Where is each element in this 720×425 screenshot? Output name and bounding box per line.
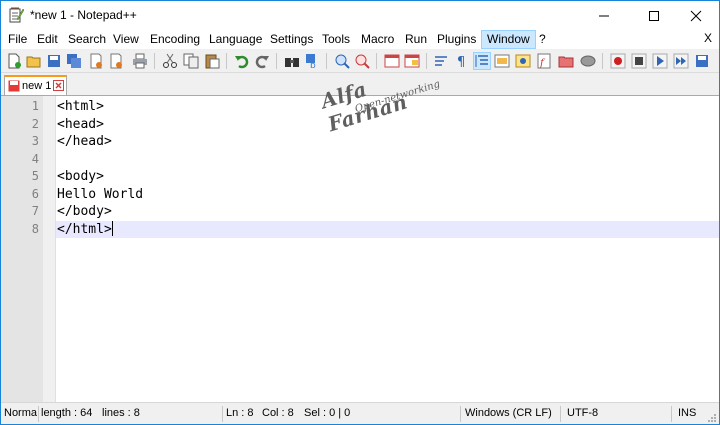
status-separator: [460, 406, 461, 422]
status-separator: [671, 406, 672, 422]
code-text[interactable]: <html> <head> </head> <body> Hello World…: [56, 96, 719, 402]
indent-guide-icon[interactable]: [473, 52, 491, 70]
status-ln: Ln : 8: [226, 407, 254, 419]
toolbar-separator: [276, 53, 277, 69]
minimize-button[interactable]: [581, 1, 627, 30]
menu-language[interactable]: Language: [204, 30, 267, 49]
function-list-icon[interactable]: f: [535, 52, 553, 70]
line-number: 1: [31, 99, 39, 113]
monitoring-icon[interactable]: [579, 52, 597, 70]
status-language[interactable]: Normal text file: [4, 407, 37, 419]
window-title: *new 1 - Notepad++: [30, 8, 137, 22]
line-number-gutter: 1 2 3 4 5 6 7 8: [1, 96, 43, 402]
status-eol[interactable]: Windows (CR LF): [465, 407, 552, 419]
close-file-icon[interactable]: [87, 52, 105, 70]
menu-encoding[interactable]: Encoding: [145, 30, 205, 49]
code-line[interactable]: </body>: [56, 203, 719, 221]
close-all-icon[interactable]: [107, 52, 125, 70]
open-file-icon[interactable]: [25, 52, 43, 70]
copy-icon[interactable]: [182, 52, 200, 70]
toolbar-separator: [154, 53, 155, 69]
menu-file[interactable]: File: [3, 30, 32, 49]
save-macro-icon[interactable]: [693, 52, 711, 70]
current-code-line[interactable]: </html>: [56, 220, 719, 238]
save-icon[interactable]: [45, 52, 63, 70]
status-col: Col : 8: [262, 407, 294, 419]
code-line-text: </html>: [57, 221, 112, 237]
line-number: 4: [31, 151, 39, 166]
new-file-icon[interactable]: [5, 52, 23, 70]
undo-icon[interactable]: [233, 52, 251, 70]
find-icon[interactable]: [283, 52, 301, 70]
toolbar-separator: [226, 53, 227, 69]
status-length: length : 64: [41, 407, 93, 419]
notepad-window: *new 1 - Notepad++ File Edit Search View…: [0, 0, 720, 425]
save-all-icon[interactable]: [65, 52, 83, 70]
show-all-characters-icon[interactable]: ¶: [453, 52, 471, 70]
run-macro-multiple-icon[interactable]: [672, 52, 690, 70]
user-defined-language-icon[interactable]: [493, 52, 511, 70]
editor-area[interactable]: 1 2 3 4 5 6 7 8 <html> <head> </head> <b…: [1, 95, 719, 402]
print-icon[interactable]: [131, 52, 149, 70]
close-icon: [690, 10, 702, 21]
status-encoding[interactable]: UTF-8: [567, 407, 598, 419]
title-bar[interactable]: *new 1 - Notepad++: [1, 1, 719, 30]
fold-margin[interactable]: [43, 96, 56, 402]
close-window-button[interactable]: [673, 1, 719, 30]
maximize-button[interactable]: [631, 1, 677, 30]
menu-edit[interactable]: Edit: [32, 30, 63, 49]
redo-icon[interactable]: [253, 52, 271, 70]
unsaved-file-icon: [8, 80, 20, 92]
menu-view[interactable]: View: [108, 30, 144, 49]
toolbar-separator: [326, 53, 327, 69]
menu-settings[interactable]: Settings: [265, 30, 318, 49]
resize-grip-icon[interactable]: [707, 413, 717, 423]
line-number: 3: [31, 134, 39, 148]
line-number: 8: [31, 221, 39, 236]
document-map-icon[interactable]: [514, 52, 532, 70]
cut-icon[interactable]: [161, 52, 179, 70]
playback-macro-icon[interactable]: [651, 52, 669, 70]
stop-recording-icon[interactable]: [630, 52, 648, 70]
record-macro-icon[interactable]: [609, 52, 627, 70]
status-separator: [222, 406, 223, 422]
text-caret: [111, 220, 113, 236]
status-bar: Normal text file length : 64 lines : 8 L…: [1, 402, 719, 424]
folder-as-workspace-icon[interactable]: [557, 52, 575, 70]
line-number: 2: [31, 116, 39, 131]
code-line[interactable]: </head>: [56, 133, 719, 151]
menu-macro[interactable]: Macro: [356, 30, 399, 49]
code-line[interactable]: Hello World: [56, 186, 719, 204]
svg-text:¶: ¶: [457, 55, 465, 69]
minimize-icon: [599, 15, 609, 16]
line-number: 7: [31, 204, 39, 218]
svg-text:b: b: [310, 61, 316, 69]
code-line[interactable]: [56, 151, 719, 169]
toolbar-separator: [602, 53, 603, 69]
notepad-app-icon: [9, 7, 24, 23]
close-document-button[interactable]: X: [704, 31, 712, 45]
status-sel: Sel : 0 | 0: [304, 407, 351, 419]
status-mode[interactable]: INS: [678, 407, 696, 419]
status-lines: lines : 8: [102, 407, 140, 419]
status-separator: [38, 406, 39, 422]
tab-close-icon[interactable]: [53, 80, 64, 91]
code-line[interactable]: <body>: [56, 168, 719, 186]
status-separator: [560, 406, 561, 422]
menu-search[interactable]: Search: [63, 30, 111, 49]
line-number: 5: [31, 169, 39, 183]
paste-icon[interactable]: [203, 52, 221, 70]
replace-icon[interactable]: b: [304, 52, 322, 70]
menu-tools[interactable]: Tools: [317, 30, 355, 49]
line-number: 6: [31, 186, 39, 201]
menu-help[interactable]: ?: [534, 30, 551, 49]
tab-new-1[interactable]: new 1: [4, 75, 67, 95]
menu-bar: File Edit Search View Encoding Language …: [1, 30, 719, 49]
tab-label: new 1: [22, 80, 52, 92]
menu-window[interactable]: Window: [481, 30, 536, 49]
maximize-icon: [649, 10, 659, 21]
